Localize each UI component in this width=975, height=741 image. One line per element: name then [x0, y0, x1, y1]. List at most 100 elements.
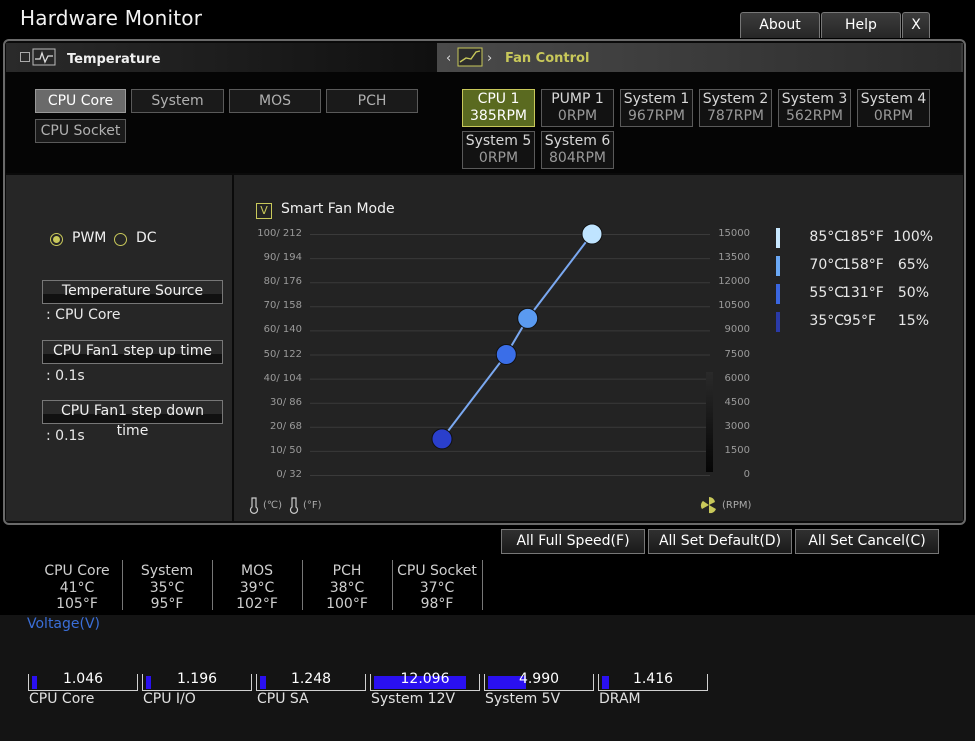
temp-c: 38°C — [329, 580, 365, 596]
y-axis-right-tick: 6000 — [724, 372, 750, 384]
y-axis-right-tick: 13500 — [718, 252, 750, 264]
step-down-time-label[interactable]: CPU Fan1 step down time — [42, 400, 223, 439]
source-cpu-socket-button[interactable]: CPU Socket — [35, 119, 126, 143]
dc-radio[interactable] — [114, 233, 127, 246]
temperature-source-label[interactable]: Temperature Source — [42, 280, 223, 304]
legend-pct: 15% — [897, 313, 929, 329]
voltage-value: 1.196 — [176, 671, 218, 687]
voltage-title: Voltage(V) — [27, 616, 101, 632]
legend-pct: 50% — [897, 285, 929, 301]
pwm-label: PWM — [72, 230, 107, 246]
about-button[interactable]: About — [740, 12, 820, 38]
fan-name: System 6 — [544, 133, 611, 149]
y-axis-left-tick: 50/ 122 — [263, 348, 302, 360]
legend-color-swatch — [776, 228, 780, 248]
legend-f: 158°F — [842, 257, 884, 273]
all-set-cancel-button[interactable]: All Set Cancel(C) — [795, 529, 939, 554]
voltage-value: 4.990 — [518, 671, 560, 687]
voltage-bar: 12.096 — [370, 671, 480, 691]
temp-c: 35°C — [149, 580, 185, 596]
voltage-bar: 1.196 — [142, 671, 252, 691]
unit-celsius: (℃) — [263, 500, 283, 511]
help-button[interactable]: Help — [821, 12, 901, 38]
y-axis-left-tick: 100/ 212 — [257, 228, 302, 239]
voltage-name: System 12V — [371, 691, 456, 707]
source-system-button[interactable]: System — [131, 89, 224, 113]
temp-c: 39°C — [239, 580, 275, 596]
y-axis-left-tick: 80/ 176 — [263, 276, 302, 288]
temp-name: System — [140, 563, 194, 579]
voltage-name: CPU Core — [29, 691, 95, 707]
collapse-icon[interactable] — [20, 52, 30, 62]
y-axis-left-tick: 90/ 194 — [263, 252, 302, 264]
voltage-value: 1.248 — [290, 671, 332, 687]
fan-system6-button[interactable]: System 6 804RPM — [541, 131, 614, 169]
fan-rpm: 804RPM — [549, 150, 606, 166]
thermometer-c-icon — [249, 497, 259, 514]
temperature-source-value: : CPU Core — [46, 307, 121, 323]
y-axis-left-tick: 10/ 50 — [270, 444, 302, 456]
y-axis-right-tick: 15000 — [718, 228, 750, 239]
prev-arrow-icon[interactable]: ‹ — [446, 51, 451, 66]
y-axis-left-tick: 20/ 68 — [270, 420, 302, 432]
all-set-default-button[interactable]: All Set Default(D) — [648, 529, 792, 554]
temp-readout: System 35°C 95°F — [122, 563, 212, 612]
source-mos-button[interactable]: MOS — [229, 89, 321, 113]
fan-icon — [700, 496, 716, 514]
temp-f: 105°F — [56, 596, 98, 612]
fan-pump1-button[interactable]: PUMP 1 0RPM — [541, 89, 614, 127]
tab-fan-control[interactable]: Fan Control — [505, 51, 589, 66]
fan-cpu1-button[interactable]: CPU 1 385RPM — [462, 89, 535, 127]
step-up-time-value: : 0.1s — [46, 368, 85, 384]
y-axis-right-tick: 4500 — [724, 396, 750, 408]
fan-system5-button[interactable]: System 5 0RPM — [462, 131, 535, 169]
y-axis-right-tick: 1500 — [724, 444, 750, 456]
tab-temperature[interactable]: Temperature — [67, 52, 161, 67]
y-axis-right-tick: 9000 — [724, 324, 750, 336]
source-cpu-core-button[interactable]: CPU Core — [35, 89, 126, 113]
temp-separator — [482, 560, 483, 610]
voltage-value: 1.416 — [632, 671, 674, 687]
all-full-speed-button[interactable]: All Full Speed(F) — [501, 529, 645, 554]
fan-system1-button[interactable]: System 1 967RPM — [620, 89, 693, 127]
fan-rpm: 0RPM — [557, 108, 598, 124]
legend-f: 131°F — [842, 285, 884, 301]
close-button[interactable]: X — [902, 12, 930, 38]
temp-name: CPU Core — [44, 563, 110, 579]
step-up-time-label[interactable]: CPU Fan1 step up time — [42, 340, 223, 364]
y-axis-left-tick: 40/ 104 — [263, 372, 302, 384]
temp-c: 41°C — [59, 580, 95, 596]
y-axis-right-tick: 12000 — [718, 276, 750, 288]
voltage-name: System 5V — [485, 691, 561, 707]
next-arrow-icon[interactable]: › — [487, 51, 492, 66]
smart-fan-checkbox[interactable]: V — [256, 203, 272, 219]
temp-f: 102°F — [236, 596, 278, 612]
pwm-radio[interactable] — [50, 233, 63, 246]
thermometer-f-icon — [289, 497, 299, 514]
legend-color-swatch — [776, 256, 780, 276]
fan-name: System 2 — [702, 91, 769, 107]
unit-rpm: (RPM) — [722, 500, 752, 511]
fan-rpm: 967RPM — [628, 108, 685, 124]
voltage-value: 1.046 — [62, 671, 104, 687]
voltage-bar: 1.416 — [598, 671, 708, 691]
temp-readout: CPU Core 41°C 105°F — [32, 563, 122, 612]
legend-color-swatch — [776, 284, 780, 304]
fan-system3-button[interactable]: System 3 562RPM — [778, 89, 851, 127]
temp-f: 98°F — [420, 596, 454, 612]
y-axis-right-tick: 10500 — [718, 300, 750, 312]
y-axis-left-tick: 60/ 140 — [263, 324, 302, 336]
y-axis-right-tick: 0 — [743, 469, 750, 480]
voltage-bar: 1.248 — [256, 671, 366, 691]
temp-name: MOS — [241, 563, 273, 579]
fan-system4-button[interactable]: System 4 0RPM — [857, 89, 930, 127]
fan-curve-icon — [457, 47, 483, 67]
fan-system2-button[interactable]: System 2 787RPM — [699, 89, 772, 127]
unit-fahrenheit: (°F) — [303, 500, 322, 511]
fan-name: System 5 — [465, 133, 532, 149]
temperature-graph-icon — [32, 48, 56, 66]
temp-readout: CPU Socket 37°C 98°F — [392, 563, 482, 612]
source-pch-button[interactable]: PCH — [326, 89, 418, 113]
voltage-name: CPU I/O — [143, 691, 196, 707]
voltage-name: DRAM — [599, 691, 641, 707]
